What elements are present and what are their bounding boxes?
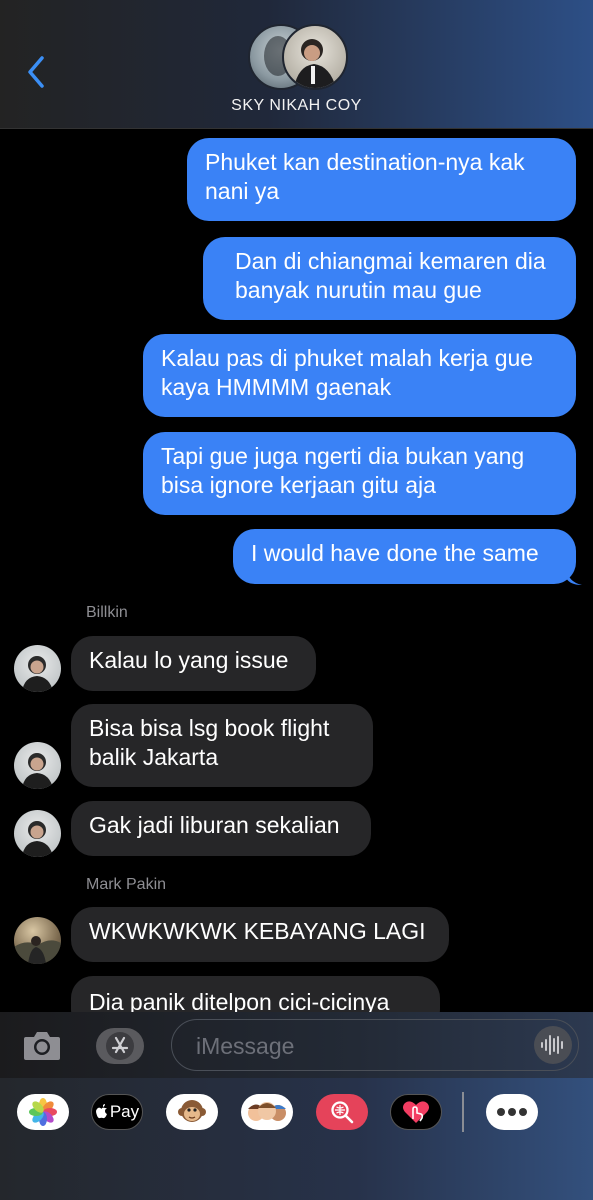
photos-app-button[interactable] (17, 1094, 69, 1130)
sender-name: Billkin (86, 604, 128, 621)
message-text: Phuket kan destination-nya kak nani ya (205, 149, 525, 204)
incoming-message[interactable]: Bisa bisa lsg book flight balik Jakarta (71, 704, 373, 787)
sender-avatar[interactable] (14, 810, 61, 857)
incoming-message[interactable]: Kalau lo yang issue (71, 636, 316, 691)
audio-message-button[interactable] (534, 1026, 572, 1064)
animoji-icon (178, 1100, 206, 1122)
more-apps-button[interactable] (486, 1094, 538, 1130)
sender-name: Mark Pakin (86, 876, 167, 893)
chevron-left-icon (28, 56, 44, 88)
apple-pay-label: Pay (109, 1102, 140, 1121)
apple-pay-icon (95, 1104, 107, 1119)
message-text: Dia panik ditelpon cici-cicinya (89, 989, 390, 1013)
image-search-button[interactable] (316, 1094, 368, 1130)
tray-divider (462, 1092, 464, 1132)
message-text: WKWKWKWK KEBAYANG LAGI (89, 918, 426, 944)
member-avatar (282, 24, 348, 90)
message-text: Tapi gue juga ngerti dia bukan yang bisa… (161, 443, 525, 498)
message-text: Gak jadi liburan sekalian (89, 812, 340, 838)
incoming-message[interactable]: WKWKWKWK KEBAYANG LAGI (71, 907, 449, 962)
incoming-message[interactable]: Gak jadi liburan sekalian (71, 801, 371, 856)
memoji-icon (248, 1102, 286, 1121)
more-icon (497, 1108, 527, 1116)
outgoing-message[interactable]: Phuket kan destination-nya kak nani ya (187, 138, 576, 221)
back-button[interactable] (22, 54, 52, 90)
outgoing-message[interactable]: Dan di chiangmai kemaren dia banyak nuru… (203, 237, 576, 320)
group-avatar[interactable] (248, 24, 348, 90)
outgoing-message[interactable]: I would have done the same (233, 529, 576, 584)
conversation-header: SKY NIKAH COY (0, 0, 593, 129)
message-list[interactable]: Phuket kan destination-nya kak nani ya D… (0, 128, 593, 1013)
image-search-icon (331, 1101, 354, 1124)
app-store-icon (106, 1032, 134, 1060)
sender-avatar[interactable] (14, 742, 61, 789)
message-text: I would have done the same (251, 540, 539, 566)
sender-avatar[interactable] (14, 917, 61, 964)
bubble-tail (566, 568, 582, 585)
outgoing-message[interactable]: Kalau pas di phuket malah kerja gue kaya… (143, 334, 576, 417)
apple-pay-button[interactable]: Pay (91, 1094, 143, 1130)
message-text: Dan di chiangmai kemaren dia banyak nuru… (235, 248, 546, 303)
photos-icon (29, 1098, 57, 1126)
camera-icon (24, 1032, 60, 1060)
app-drawer: Pay (0, 1078, 593, 1200)
animoji-button[interactable] (166, 1094, 218, 1130)
app-store-button[interactable] (96, 1028, 144, 1064)
group-name[interactable]: SKY NIKAH COY (0, 97, 593, 115)
digital-touch-button[interactable] (390, 1094, 442, 1130)
message-input[interactable]: iMessage (171, 1019, 579, 1071)
compose-bar: iMessage (0, 1012, 593, 1078)
camera-button[interactable] (22, 1028, 62, 1062)
message-input-placeholder: iMessage (196, 1033, 295, 1059)
message-text: Bisa bisa lsg book flight balik Jakarta (89, 715, 330, 770)
outgoing-message[interactable]: Tapi gue juga ngerti dia bukan yang bisa… (143, 432, 576, 515)
sender-avatar[interactable] (14, 645, 61, 692)
waveform-icon (541, 1035, 563, 1055)
incoming-message[interactable]: Dia panik ditelpon cici-cicinya (71, 976, 440, 1013)
digital-touch-icon (403, 1101, 429, 1123)
message-text: Kalau lo yang issue (89, 647, 289, 673)
memoji-button[interactable] (241, 1094, 293, 1130)
message-text: Kalau pas di phuket malah kerja gue kaya… (161, 345, 534, 400)
